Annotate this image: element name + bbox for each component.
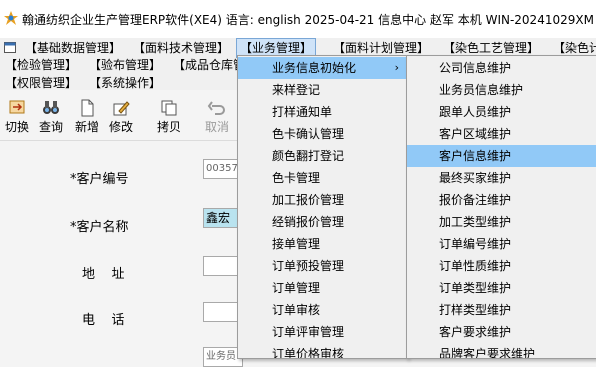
- cancel-label: 取消: [204, 120, 229, 134]
- menu-item-sample-notice[interactable]: 打样通知单: [238, 101, 407, 123]
- menu-item-dealer-quote[interactable]: 经销报价管理: [238, 211, 407, 233]
- submenu-arrow-icon: ›: [394, 61, 399, 74]
- menu-item-business-init[interactable]: 业务信息初始化 ›: [238, 57, 407, 79]
- edit-label: 修改: [108, 120, 133, 134]
- menu-item-order-review[interactable]: 订单评审管理: [238, 321, 407, 343]
- menu-item-final-buyer[interactable]: 最终买家维护: [407, 167, 596, 189]
- menu-permission[interactable]: 【权限管理】: [2, 74, 80, 90]
- menu-item-order-receive[interactable]: 接单管理: [238, 233, 407, 255]
- menu-item-label: 业务信息初始化: [272, 61, 357, 75]
- window-title: 翰通纺织企业生产管理ERP软件(XE4) 语言: english 2025-04…: [22, 13, 594, 27]
- menu-item-order-type[interactable]: 订单类型维护: [407, 277, 596, 299]
- switch-button[interactable]: 切换: [0, 99, 34, 135]
- menu-item-color-card[interactable]: 色卡管理: [238, 167, 407, 189]
- menu-item-salesperson-info[interactable]: 业务员信息维护: [407, 79, 596, 101]
- system-menu-icon[interactable]: [4, 42, 16, 53]
- menu-item-process-type[interactable]: 加工类型维护: [407, 211, 596, 233]
- customer-code-label: *客户编号: [70, 172, 129, 187]
- menu-fabric-check[interactable]: 【验布管理】: [86, 56, 164, 74]
- edit-icon: [113, 101, 130, 116]
- menu-system[interactable]: 【系统操作】: [86, 74, 164, 90]
- new-button[interactable]: 新增: [70, 99, 104, 135]
- menu-item-order-nature[interactable]: 订单性质维护: [407, 255, 596, 277]
- menu-item-company-info[interactable]: 公司信息维护: [407, 57, 596, 79]
- new-document-icon: [81, 99, 94, 117]
- app-logo-icon: [4, 11, 18, 25]
- menu-item-sample-register[interactable]: 来样登记: [238, 79, 407, 101]
- menu-item-customer-info[interactable]: 客户信息维护: [407, 145, 596, 167]
- address-label: 地 址: [82, 267, 125, 282]
- menu-item-sample-type[interactable]: 打样类型维护: [407, 299, 596, 321]
- menu-basic-data[interactable]: 【基础数据管理】: [22, 39, 124, 57]
- switch-icon: [9, 100, 25, 114]
- menu-fabric-tech[interactable]: 【面料技术管理】: [130, 39, 232, 57]
- new-label: 新增: [74, 120, 99, 134]
- business-menu-dropdown: 业务信息初始化 › 来样登记 打样通知单 色卡确认管理 颜色翻打登记 色卡管理 …: [237, 55, 408, 359]
- menu-item-order-audit[interactable]: 订单审核: [238, 299, 407, 321]
- title-bar: 翰通纺织企业生产管理ERP软件(XE4) 语言: english 2025-04…: [0, 0, 596, 38]
- menu-item-color-redo[interactable]: 颜色翻打登记: [238, 145, 407, 167]
- customer-name-label: *客户名称: [70, 220, 129, 235]
- menu-item-order-number[interactable]: 订单编号维护: [407, 233, 596, 255]
- menu-item-customer-region[interactable]: 客户区域维护: [407, 123, 596, 145]
- phone-label: 电 话: [82, 313, 125, 328]
- menu-item-merchandiser[interactable]: 跟单人员维护: [407, 101, 596, 123]
- menu-item-process-quote[interactable]: 加工报价管理: [238, 189, 407, 211]
- switch-label: 切换: [4, 120, 29, 134]
- menu-item-color-card-confirm[interactable]: 色卡确认管理: [238, 123, 407, 145]
- copy-icon: [161, 100, 177, 116]
- edit-button[interactable]: 修改: [104, 99, 138, 135]
- copy-label: 拷贝: [156, 120, 181, 134]
- menu-item-customer-requirement[interactable]: 客户要求维护: [407, 321, 596, 343]
- query-button[interactable]: 查询: [34, 99, 68, 135]
- undo-icon: [207, 101, 225, 115]
- menu-item-order-manage[interactable]: 订单管理: [238, 277, 407, 299]
- menu-item-order-prefeed[interactable]: 订单预投管理: [238, 255, 407, 277]
- business-init-submenu: 公司信息维护 业务员信息维护 跟单人员维护 客户区域维护 客户信息维护 最终买家…: [406, 55, 596, 359]
- query-label: 查询: [38, 120, 63, 134]
- binoculars-icon: [43, 101, 59, 114]
- cancel-button[interactable]: 取消: [200, 99, 234, 135]
- menu-item-quote-remark[interactable]: 报价备注维护: [407, 189, 596, 211]
- menu-inspection[interactable]: 【检验管理】: [2, 56, 80, 74]
- copy-button[interactable]: 拷贝: [152, 99, 186, 135]
